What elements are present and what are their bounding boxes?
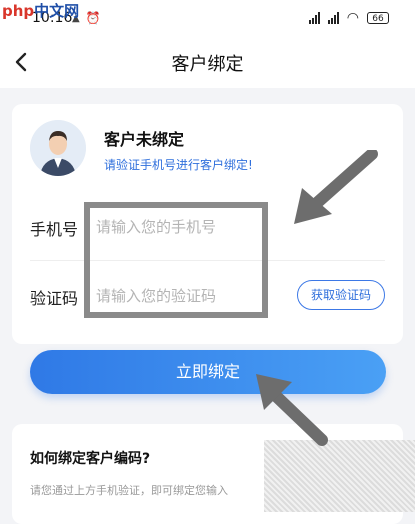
phone-label: 手机号 (30, 220, 79, 239)
help-text: 请您通过上方手机验证，即可绑定您输入 (30, 484, 228, 497)
battery-level: 66 (372, 14, 384, 24)
alarm-icon: ⏰ (85, 11, 101, 25)
watermark: php中文网 (2, 0, 79, 21)
avatar (30, 120, 86, 176)
highlight-box (84, 202, 268, 318)
binding-hint: 请验证手机号进行客户绑定! (104, 158, 253, 172)
status-bar: 10:16 ▲ ⏰ ◠ 66 php中文网 (0, 0, 415, 36)
wifi-icon: ◠ (346, 10, 359, 26)
avatar-icon (30, 120, 86, 176)
page-title: 客户绑定 (171, 54, 244, 75)
code-label: 验证码 (30, 289, 79, 308)
watermark-suffix: 中文网 (34, 2, 80, 20)
help-title: 如何绑定客户编码? (30, 451, 151, 467)
battery-icon: 66 (367, 12, 389, 24)
signal-icon (308, 12, 320, 24)
navigation-bar: 客户绑定 (0, 36, 415, 88)
noise-overlay (264, 440, 415, 512)
watermark-brand: php (2, 2, 35, 20)
binding-status: 客户未绑定 (104, 130, 185, 149)
bind-button[interactable]: 立即绑定 (30, 350, 386, 394)
get-code-button[interactable]: 获取验证码 (297, 280, 385, 310)
status-right-icons: ◠ 66 (308, 10, 389, 26)
signal-icon (327, 12, 339, 24)
